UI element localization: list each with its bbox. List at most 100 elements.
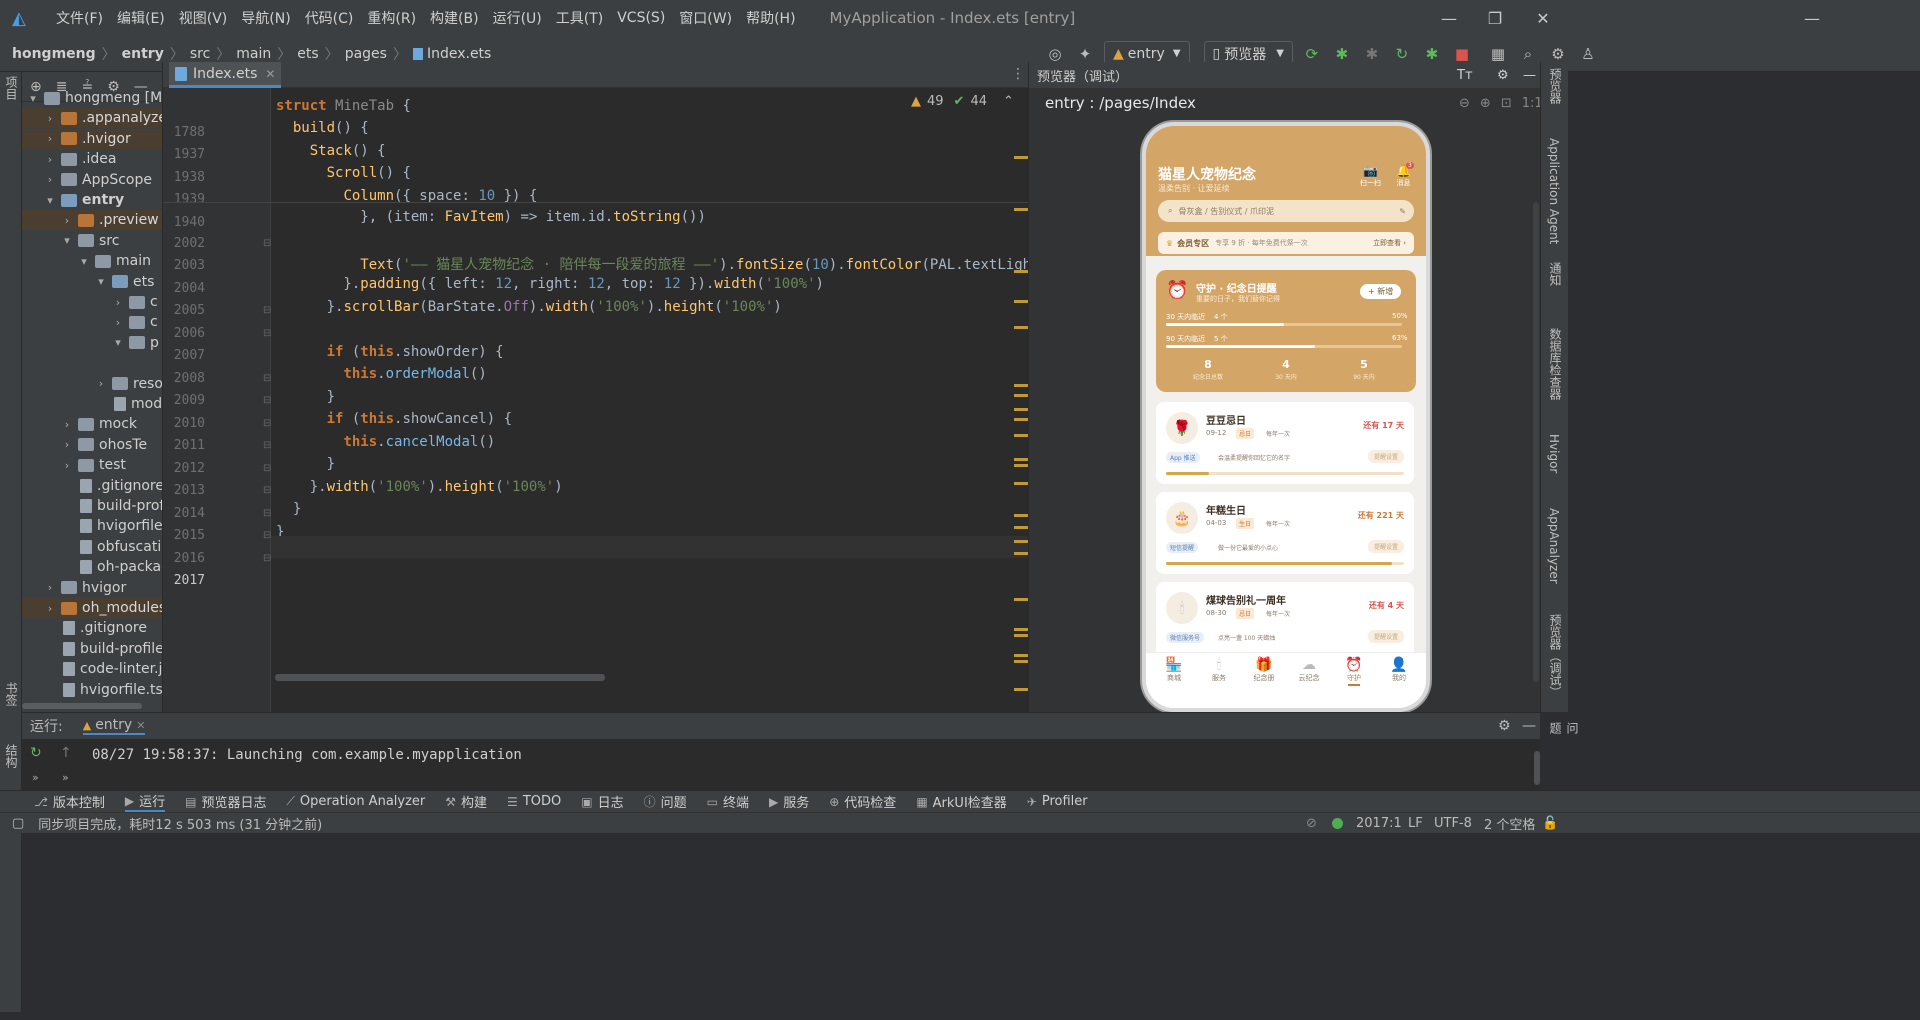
file-encoding[interactable]: UTF-8 — [1434, 816, 1472, 831]
chevron-right-icon[interactable]: › — [43, 581, 57, 594]
warning-marker[interactable] — [1014, 326, 1028, 329]
previewer-settings-icon[interactable]: ⚙ — [1497, 68, 1509, 83]
inspection-widget[interactable]: ▲49 ✔44 ⌃ ⌄ — [911, 94, 1037, 109]
code-line[interactable]: }.padding({ left: 12, right: 12, top: 12… — [276, 276, 824, 292]
tree-item[interactable]: › .idea — [43, 149, 117, 169]
breadcrumb-item[interactable]: main — [236, 46, 271, 62]
tree-item[interactable]: › hvigor — [43, 578, 126, 598]
code-line[interactable]: if (this.showOrder) { — [276, 344, 504, 360]
project-tool-tab[interactable]: 项目 — [3, 76, 20, 100]
warning-marker[interactable] — [1014, 660, 1028, 663]
right-tool-tab[interactable]: Hvigor — [1547, 434, 1561, 473]
zoom-out-icon[interactable]: ⊖ — [1459, 96, 1470, 111]
warning-marker[interactable] — [1014, 540, 1028, 543]
app-tab[interactable]: 🏪 商城 — [1152, 657, 1196, 683]
warning-marker[interactable] — [1014, 526, 1028, 529]
chevron-right-icon[interactable]: › — [60, 214, 74, 227]
warning-marker[interactable] — [1014, 270, 1028, 273]
run-tab-entry[interactable]: ▲ entry ✕ — [82, 717, 146, 735]
bottom-tool-button[interactable]: ⓘ 问题 — [644, 792, 687, 811]
fold-marker-icon[interactable]: ⊟ — [263, 395, 271, 406]
tree-item[interactable]: › c — [111, 292, 158, 312]
tree-item[interactable]: ▾ entry — [43, 190, 124, 210]
vip-banner[interactable]: ♛ 会员专区 专享 9 折 · 每年免费代祭一次 立即查看 › — [1158, 232, 1414, 254]
breadcrumb-item[interactable]: ets — [297, 46, 318, 62]
fold-marker-icon[interactable]: ⊟ — [263, 508, 271, 519]
code-line[interactable]: } — [276, 456, 335, 472]
bottom-tool-button[interactable]: ⟋ Operation Analyzer — [286, 794, 425, 809]
app-logo-icon[interactable]: ◭ — [12, 8, 32, 29]
chevron-right-icon[interactable]: › — [60, 418, 74, 431]
fold-marker-icon[interactable]: ⊟ — [263, 238, 271, 249]
right-tool-tab[interactable]: 通知 — [1547, 262, 1564, 286]
chevron-down-icon[interactable]: ▾ — [43, 194, 57, 207]
bottom-tool-button[interactable]: ⚒ 构建 — [445, 792, 487, 812]
chevron-right-icon[interactable]: › — [111, 296, 125, 309]
close-tab-icon[interactable]: ✕ — [136, 719, 145, 732]
chevron-right-icon[interactable]: › — [94, 377, 108, 390]
warning-marker[interactable] — [1014, 156, 1028, 159]
more-options-icon[interactable]: ⋮ — [1011, 66, 1025, 82]
run-scrollbar[interactable] — [1534, 751, 1540, 785]
code-line[interactable]: }, (item: FavItem) => item.id.toString()… — [276, 209, 706, 225]
warning-marker[interactable] — [1014, 514, 1028, 517]
chevron-down-icon[interactable]: ▾ — [60, 234, 74, 247]
tree-item[interactable]: ▾ p — [111, 333, 159, 353]
fold-marker-icon[interactable]: ⊟ — [263, 440, 271, 451]
code-line[interactable]: Text('—— 猫星人宠物纪念 · 陪伴每一段爱的旅程 ——').fontSi… — [276, 254, 1064, 274]
right-tool-tab[interactable]: Application Agent — [1547, 138, 1561, 244]
code-line[interactable]: Stack() { — [276, 143, 386, 159]
app-tab[interactable]: ⏰ 守护 — [1332, 657, 1376, 686]
status-ok-indicator[interactable] — [1332, 818, 1343, 829]
tree-item[interactable]: .gitignore — [43, 618, 147, 638]
status-panel-icon[interactable]: ▢ — [12, 816, 24, 831]
right-tool-tab[interactable]: 问题 — [1547, 722, 1581, 734]
tree-item[interactable]: mod — [94, 394, 162, 414]
chevron-down-icon[interactable]: ▾ — [111, 336, 125, 349]
lock-icon[interactable]: 🔓 — [1542, 816, 1558, 831]
code-line[interactable]: this.orderModal() — [276, 366, 486, 382]
code-line[interactable]: } — [276, 501, 301, 517]
scroll-up-icon[interactable]: ↑ — [60, 745, 72, 761]
menu-item[interactable]: 重构(R) — [367, 8, 416, 28]
close-tab-icon[interactable]: ✕ — [265, 67, 275, 81]
breadcrumb-item[interactable]: pages — [345, 46, 387, 62]
tree-item[interactable]: ▾ ets — [94, 272, 154, 292]
warning-marker[interactable] — [1014, 482, 1028, 485]
warning-marker[interactable] — [1014, 458, 1028, 461]
bottom-tool-button[interactable]: ⎇ 版本控制 — [34, 792, 105, 812]
user-icon[interactable]: ♙ — [1577, 43, 1599, 65]
menu-item[interactable]: 构建(B) — [430, 8, 479, 28]
tree-item[interactable]: › AppScope — [43, 170, 152, 190]
tree-item[interactable]: ▾ src — [60, 231, 119, 251]
warning-marker[interactable] — [1014, 634, 1028, 637]
chevron-down-icon[interactable]: ▾ — [94, 275, 108, 288]
app-tab[interactable]: 🎁 纪念册 — [1242, 657, 1286, 683]
app-tab[interactable]: ☁ 云纪念 — [1287, 657, 1331, 683]
fold-marker-icon[interactable]: ⊟ — [263, 373, 271, 384]
chevron-right-icon[interactable]: › — [43, 602, 57, 615]
tree-item[interactable]: › reso — [94, 374, 162, 394]
menu-item[interactable]: VCS(S) — [617, 10, 665, 26]
fold-marker-icon[interactable]: ⊟ — [263, 328, 271, 339]
tree-item[interactable]: › mock — [60, 414, 137, 434]
right-tool-tab[interactable]: 数据库检查器 — [1547, 328, 1564, 400]
chevron-down-icon[interactable]: ▾ — [26, 92, 40, 105]
menu-item[interactable]: 帮助(H) — [746, 8, 795, 28]
breadcrumb-item[interactable]: Index.ets — [427, 46, 491, 62]
restore-window-button[interactable]: ❐ — [1468, 0, 1522, 36]
tree-item[interactable]: › c — [111, 312, 158, 332]
code-line[interactable]: build() { — [276, 120, 369, 136]
close-window-button[interactable]: ✕ — [1516, 0, 1570, 36]
tree-item[interactable]: ▾ main — [77, 251, 151, 271]
menu-item[interactable]: 窗口(W) — [679, 8, 732, 28]
code-line[interactable]: struct MineTab { — [276, 98, 411, 114]
bottom-tool-button[interactable]: ⊕ 代码检查 — [829, 792, 896, 812]
fit-icon[interactable]: ⊡ — [1501, 96, 1512, 111]
menu-item[interactable]: 视图(V) — [179, 8, 228, 28]
bottom-tool-button[interactable]: ▶ 服务 — [769, 792, 809, 812]
tree-item[interactable]: build-prof — [60, 496, 162, 516]
previewer-scrollbar[interactable] — [1533, 202, 1539, 682]
warning-marker[interactable] — [1014, 688, 1028, 691]
warning-marker[interactable] — [1014, 300, 1028, 303]
